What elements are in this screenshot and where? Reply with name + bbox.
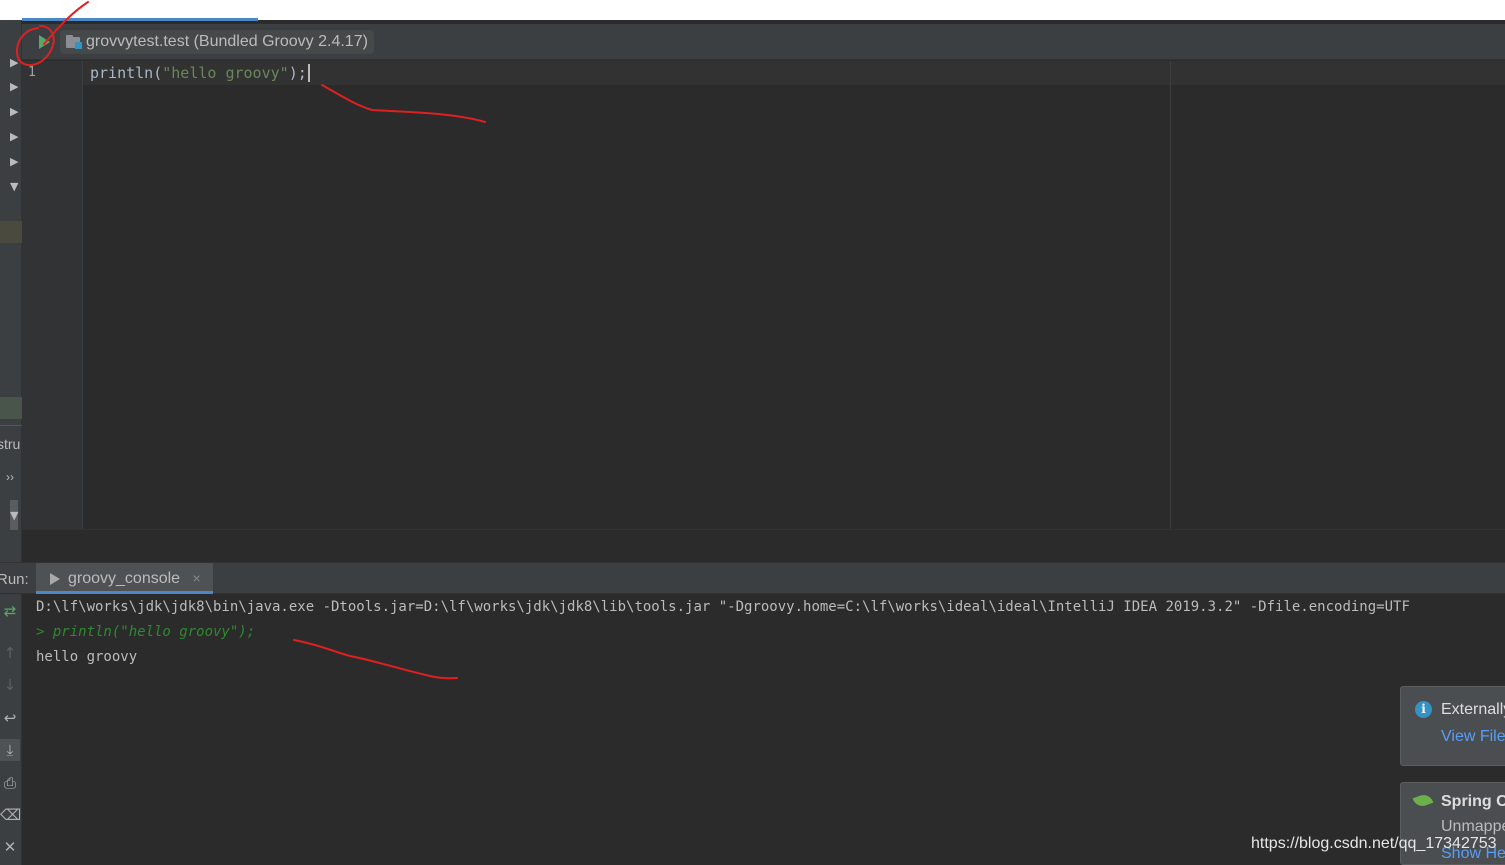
view-file-link[interactable]: View File: [1441, 728, 1505, 746]
code-line[interactable]: println("hello groovy");: [90, 64, 310, 82]
collapse-arrow-icon[interactable]: ▼: [10, 181, 18, 193]
run-config-label: grovvytest.test (Bundled Groovy 2.4.17): [86, 33, 368, 50]
close-icon[interactable]: ×: [193, 563, 201, 594]
code-function-token: println(: [90, 64, 163, 82]
code-tail-token: );: [288, 64, 307, 82]
run-panel-header: Run: groovy_console ×: [0, 562, 1505, 594]
run-config-selector[interactable]: grovvytest.test (Bundled Groovy 2.4.17): [60, 30, 374, 54]
expand-arrow-icon[interactable]: ▶: [10, 156, 18, 168]
play-icon: [50, 573, 60, 585]
notification-externally[interactable]: i Externally View File: [1400, 686, 1505, 766]
structure-tool-label[interactable]: stru: [0, 436, 20, 452]
close-icon[interactable]: ✕: [0, 836, 20, 858]
expand-arrow-icon[interactable]: ▶: [10, 81, 18, 93]
soft-wrap-icon[interactable]: ↩: [0, 707, 20, 729]
up-arrow-icon[interactable]: ↑: [0, 642, 20, 664]
spring-leaf-icon: [1412, 792, 1434, 809]
gutter-divider: [0, 425, 22, 426]
console-toolbar: ⇄ ↑ ↓ ↩ ⤓ ⎙ ⌫ ✕: [0, 594, 22, 865]
expand-arrow-icon[interactable]: ▶: [10, 131, 18, 143]
top-tab-accent: [22, 18, 258, 21]
folder-icon: [66, 35, 82, 49]
code-string-token: "hello groovy": [162, 64, 289, 82]
code-editor[interactable]: println("hello groovy");: [83, 61, 1505, 529]
scroll-to-end-icon[interactable]: ⤓: [0, 739, 20, 761]
gutter-highlight: [0, 397, 22, 419]
text-caret: [307, 64, 310, 82]
info-icon: i: [1415, 701, 1432, 718]
print-icon[interactable]: ⎙: [0, 772, 20, 794]
line-number-gutter: 1: [22, 61, 83, 529]
rerun-icon[interactable]: ⇄: [0, 600, 20, 622]
console-output-line: hello groovy: [36, 649, 138, 665]
more-tools-icon[interactable]: ››: [6, 470, 14, 484]
top-white-strip: [0, 0, 1505, 20]
line-number: 1: [28, 65, 36, 80]
editor-toolbar: grovvytest.test (Bundled Groovy 2.4.17): [22, 24, 1505, 60]
tab-label: groovy_console: [68, 570, 181, 587]
notification-body: Unmapped: [1441, 818, 1505, 835]
console-echo-line: > println("hello groovy");: [36, 624, 256, 640]
notification-title: Externally: [1441, 701, 1505, 718]
right-margin-guide: [1170, 61, 1171, 529]
down-arrow-icon[interactable]: ↓: [0, 674, 20, 696]
run-panel-label: Run:: [0, 571, 29, 588]
editor-bottom-area: [22, 529, 1505, 561]
collapse-arrow-icon[interactable]: ▼: [10, 510, 18, 522]
tab-groovy-console[interactable]: groovy_console ×: [36, 563, 213, 594]
gutter-highlight: [0, 221, 22, 243]
expand-arrow-icon[interactable]: ▶: [10, 57, 18, 69]
console-output[interactable]: D:\lf\works\jdk\jdk8\bin\java.exe -Dtool…: [22, 594, 1505, 865]
run-icon[interactable]: [36, 34, 52, 50]
console-command-line: D:\lf\works\jdk\jdk8\bin\java.exe -Dtool…: [36, 599, 1410, 615]
expand-arrow-icon[interactable]: ▶: [10, 106, 18, 118]
watermark: https://blog.csdn.net/qq_17342753: [1251, 835, 1497, 852]
trash-icon[interactable]: ⌫: [0, 804, 21, 826]
notification-title: Spring C: [1441, 793, 1505, 810]
